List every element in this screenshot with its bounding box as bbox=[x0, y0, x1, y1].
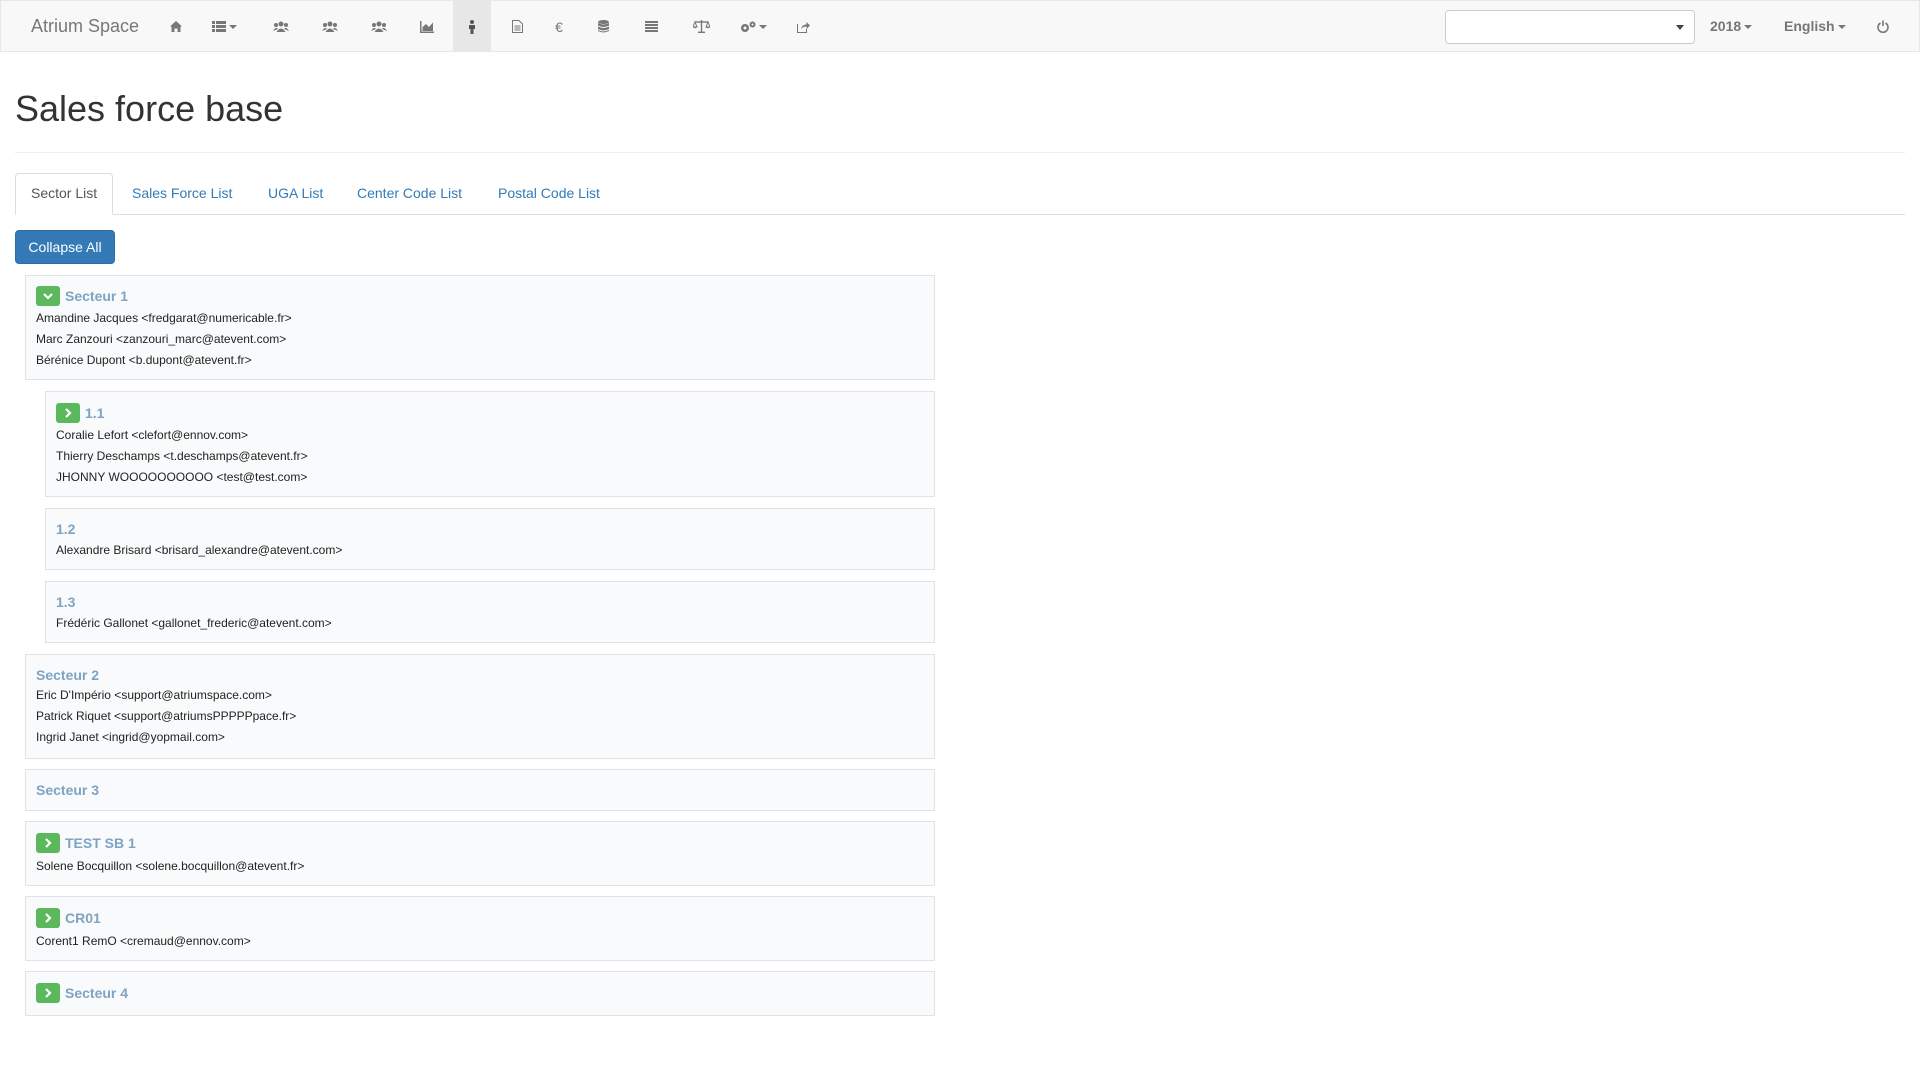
database-icon[interactable] bbox=[595, 1, 611, 52]
sector-panel: TEST SB 1 Solene Bocquillon <solene.bocq… bbox=[25, 821, 935, 886]
sector-panel: Secteur 1 Amandine Jacques <fredgarat@nu… bbox=[25, 275, 935, 380]
member-item: Solene Bocquillon <solene.bocquillon@ate… bbox=[36, 859, 305, 873]
sub-sector-panel: 1.1 Coralie Lefort <clefort@ennov.com> T… bbox=[45, 391, 935, 497]
sector-panel: Secteur 3 bbox=[25, 769, 935, 811]
chevron-down-icon[interactable] bbox=[36, 286, 60, 306]
member-item: Ingrid Janet <ingrid@yopmail.com> bbox=[36, 730, 225, 744]
users-icon[interactable] bbox=[369, 1, 389, 52]
brand-link[interactable]: Atrium Space bbox=[31, 1, 139, 52]
users-icon[interactable] bbox=[320, 1, 340, 52]
sector-title[interactable]: 1.3 bbox=[56, 594, 75, 610]
member-item: Patrick Riquet <support@atriumsPPPPPpace… bbox=[36, 709, 297, 723]
cogs-icon[interactable] bbox=[737, 1, 769, 52]
sub-sector-panel: 1.3 Frédéric Gallonet <gallonet_frederic… bbox=[45, 581, 935, 643]
member-item: Bérénice Dupont <b.dupont@atevent.fr> bbox=[36, 353, 252, 367]
member-item: Alexandre Brisard <brisard_alexandre@ate… bbox=[56, 543, 343, 557]
caret-down-icon bbox=[1744, 25, 1753, 30]
member-item: Corent1 RemO <cremaud@ennov.com> bbox=[36, 934, 251, 948]
sector-panel: Secteur 2 Eric D'Império <support@atrium… bbox=[25, 654, 935, 759]
share-icon[interactable] bbox=[795, 1, 811, 52]
member-item: Frédéric Gallonet <gallonet_frederic@ate… bbox=[56, 616, 332, 630]
area-chart-icon[interactable] bbox=[419, 1, 435, 52]
sector-title[interactable]: TEST SB 1 bbox=[65, 835, 136, 851]
users-icon[interactable] bbox=[271, 1, 291, 52]
balance-scale-icon[interactable] bbox=[691, 1, 711, 52]
power-icon[interactable] bbox=[1875, 1, 1891, 52]
chevron-down-icon bbox=[1676, 25, 1684, 30]
sector-panel: Secteur 4 bbox=[25, 971, 935, 1016]
sector-title[interactable]: 1.2 bbox=[56, 521, 75, 537]
top-navbar: Atrium Space € 2018 English bbox=[0, 0, 1920, 52]
sector-panel: CR01 Corent1 RemO <cremaud@ennov.com> bbox=[25, 896, 935, 961]
page-title: Sales force base bbox=[15, 88, 284, 129]
tab-sector-list[interactable]: Sector List bbox=[15, 173, 114, 215]
chevron-right-icon[interactable] bbox=[36, 908, 60, 928]
file-icon[interactable] bbox=[509, 1, 525, 52]
member-item: Thierry Deschamps <t.deschamps@atevent.f… bbox=[56, 449, 308, 463]
language-dropdown[interactable]: English bbox=[1784, 1, 1846, 52]
chevron-right-icon[interactable] bbox=[36, 983, 60, 1003]
title-divider bbox=[15, 152, 1905, 153]
member-item: JHONNY WOOOOOOOOOO <test@test.com> bbox=[56, 470, 308, 484]
sector-title[interactable]: Secteur 1 bbox=[65, 288, 128, 304]
sector-title[interactable]: Secteur 3 bbox=[36, 782, 99, 798]
list-menu-icon[interactable] bbox=[207, 1, 241, 52]
sector-title[interactable]: Secteur 2 bbox=[36, 667, 99, 683]
member-item: Amandine Jacques <fredgarat@numericable.… bbox=[36, 311, 292, 325]
list-icon[interactable] bbox=[643, 1, 659, 52]
year-dropdown[interactable]: 2018 bbox=[1710, 1, 1753, 52]
tab-sales-force-list[interactable]: Sales Force List bbox=[117, 173, 247, 215]
sub-sector-panel: 1.2 Alexandre Brisard <brisard_alexandre… bbox=[45, 508, 935, 570]
sector-title[interactable]: CR01 bbox=[65, 910, 101, 926]
chevron-right-icon[interactable] bbox=[56, 403, 80, 423]
language-dropdown-label: English bbox=[1784, 18, 1835, 34]
caret-down-icon bbox=[1837, 25, 1846, 30]
home-icon[interactable] bbox=[165, 1, 187, 52]
tab-uga-list[interactable]: UGA List bbox=[253, 173, 338, 215]
tab-center-code-list[interactable]: Center Code List bbox=[342, 173, 477, 215]
member-item: Marc Zanzouri <zanzouri_marc@atevent.com… bbox=[36, 332, 287, 346]
year-dropdown-label: 2018 bbox=[1710, 18, 1742, 34]
member-item: Eric D'Império <support@atriumspace.com> bbox=[36, 688, 272, 702]
person-icon[interactable] bbox=[453, 1, 491, 52]
entity-select[interactable] bbox=[1445, 10, 1695, 44]
sector-title[interactable]: Secteur 4 bbox=[65, 985, 128, 1001]
tab-postal-code-list[interactable]: Postal Code List bbox=[483, 173, 615, 215]
euro-icon[interactable]: € bbox=[551, 1, 567, 52]
chevron-right-icon[interactable] bbox=[36, 833, 60, 853]
collapse-all-button[interactable]: Collapse All bbox=[15, 230, 115, 264]
sector-title[interactable]: 1.1 bbox=[85, 405, 104, 421]
member-item: Coralie Lefort <clefort@ennov.com> bbox=[56, 428, 249, 442]
